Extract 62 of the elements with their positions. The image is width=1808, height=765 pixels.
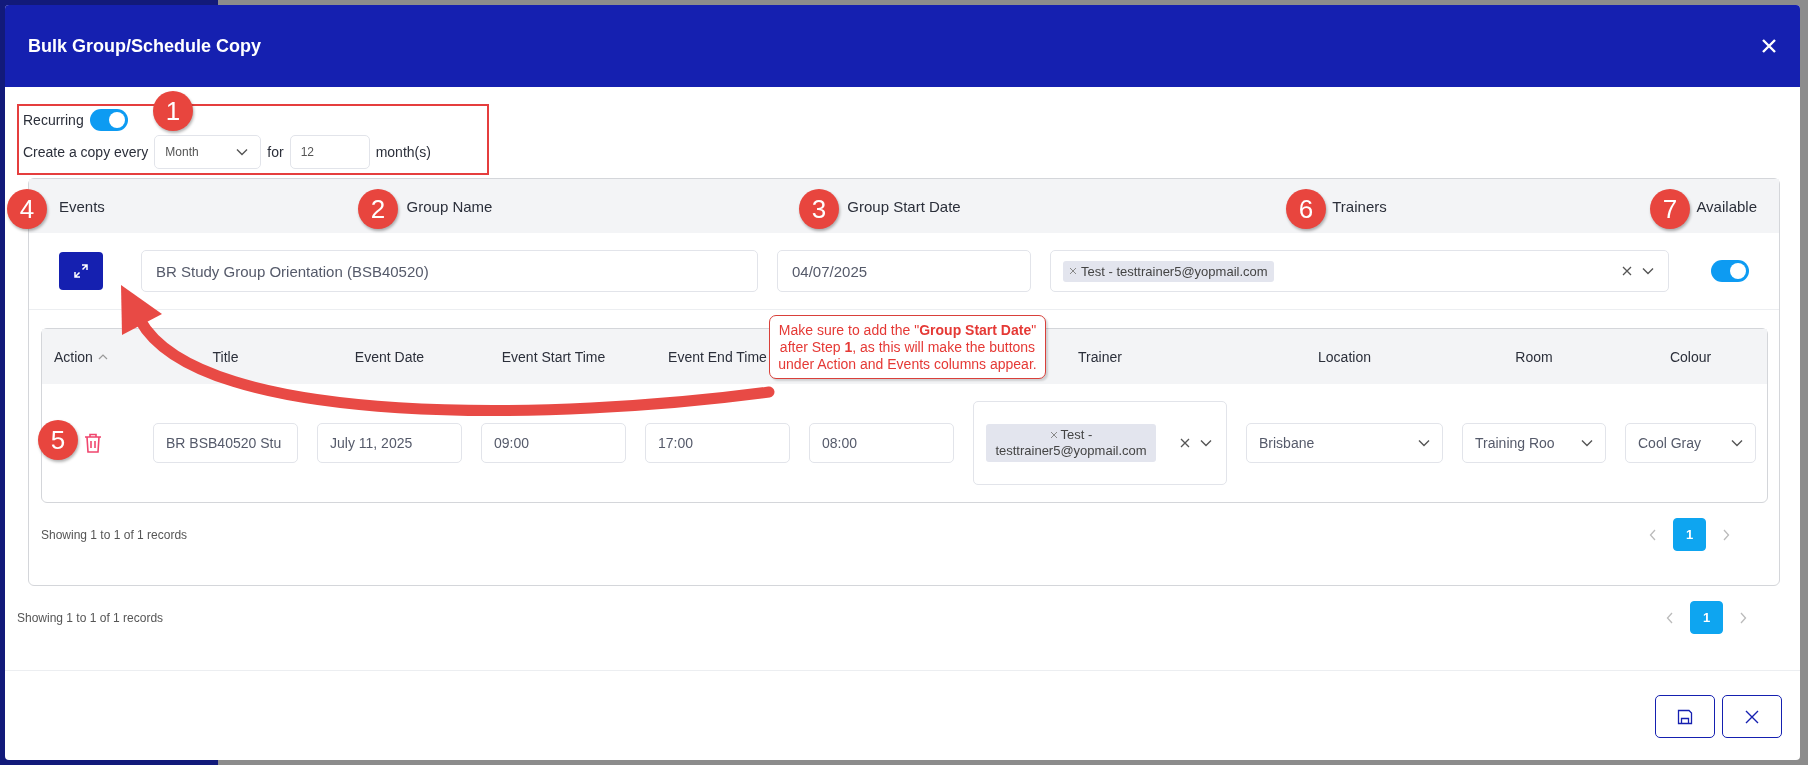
- recurring-label: Recurring: [23, 112, 84, 128]
- column-header[interactable]: Trainer: [1078, 348, 1122, 365]
- expand-button[interactable]: [59, 252, 103, 290]
- trash-icon[interactable]: [83, 432, 103, 454]
- next-page-icon[interactable]: [1739, 611, 1747, 624]
- close-icon: [1745, 709, 1759, 724]
- unit-label: month(s): [375, 144, 431, 160]
- column-header: Group Start Date: [847, 197, 961, 215]
- column-header: Available: [1696, 197, 1757, 215]
- event-date-field[interactable]: July 11, 2025: [317, 423, 462, 463]
- group-name-field[interactable]: BR Study Group Orientation (BSB40520): [141, 250, 758, 292]
- count-field[interactable]: 12: [289, 135, 370, 169]
- next-page-icon[interactable]: [1722, 528, 1730, 541]
- previous-page-icon[interactable]: [1666, 611, 1674, 624]
- column-header[interactable]: Location: [1318, 348, 1371, 365]
- start-date-field[interactable]: 04/07/2025: [777, 250, 1031, 292]
- records-count: Showing 1 to 1 of 1 records: [17, 610, 164, 625]
- close-icon[interactable]: [1762, 39, 1776, 53]
- remove-icon[interactable]: [1069, 267, 1077, 275]
- chevron-down-icon: [1581, 439, 1593, 447]
- chevron-down-icon: [1200, 439, 1212, 447]
- previous-page-icon[interactable]: [1649, 528, 1657, 541]
- colour-dropdown[interactable]: Cool Gray: [1625, 423, 1756, 463]
- chevron-down-icon: [1642, 267, 1654, 275]
- remove-icon[interactable]: [1049, 431, 1058, 440]
- chevron-down-icon: [1418, 439, 1430, 447]
- clear-icon[interactable]: [1622, 266, 1632, 276]
- column-header[interactable]: Event End Time: [668, 348, 767, 365]
- save-button[interactable]: [1655, 695, 1715, 738]
- start-time-field[interactable]: 09:00: [481, 423, 626, 463]
- callout-note: Make sure to add the "Group Start Date" after Step 1, as this will make the buttons under Action and Events columns appear.: [769, 315, 1046, 380]
- title-field[interactable]: BR BSB40520 Stu: [153, 423, 298, 463]
- column-header[interactable]: Room: [1515, 348, 1553, 365]
- trainers-field[interactable]: Test - testtrainer5@yopmail.com: [1050, 250, 1669, 292]
- location-dropdown[interactable]: Brisbane: [1246, 423, 1443, 463]
- clear-icon[interactable]: [1180, 438, 1190, 448]
- column-header[interactable]: Title: [212, 348, 239, 365]
- column-header[interactable]: Action: [54, 348, 108, 365]
- frequency-dropdown[interactable]: Month: [154, 135, 262, 169]
- room-dropdown[interactable]: Training Roo: [1462, 423, 1606, 463]
- copy-label: Create a copy every: [23, 144, 149, 160]
- chevron-down-icon: [1731, 439, 1743, 447]
- column-header[interactable]: Event Date: [354, 348, 425, 365]
- expand-icon: [73, 263, 89, 279]
- cancel-button[interactable]: [1722, 695, 1782, 738]
- column-header[interactable]: Event Start Time: [501, 348, 606, 365]
- toggle-switch[interactable]: [89, 109, 128, 131]
- toggle-switch[interactable]: [1711, 260, 1749, 282]
- records-count: Showing 1 to 1 of 1 records: [41, 527, 188, 542]
- time-field[interactable]: 08:00: [809, 423, 954, 463]
- column-header: Events: [59, 197, 105, 215]
- trainer-tag: Test - testtrainer5@yopmail.com: [1063, 260, 1274, 282]
- chevron-down-icon: [236, 148, 249, 156]
- column-header: Trainers: [1332, 197, 1387, 215]
- trainer-tag: Test - testtrainer5@yopmail.com: [986, 424, 1156, 462]
- save-icon: [1677, 708, 1693, 725]
- column-header[interactable]: Colour: [1669, 348, 1712, 365]
- column-header: Group Name: [406, 197, 493, 215]
- dialog-title: Bulk Group/Schedule Copy: [28, 35, 262, 57]
- end-time-field[interactable]: 17:00: [645, 423, 790, 463]
- for-label: for: [267, 144, 284, 160]
- trainer-field[interactable]: Test - testtrainer5@yopmail.com: [973, 401, 1227, 485]
